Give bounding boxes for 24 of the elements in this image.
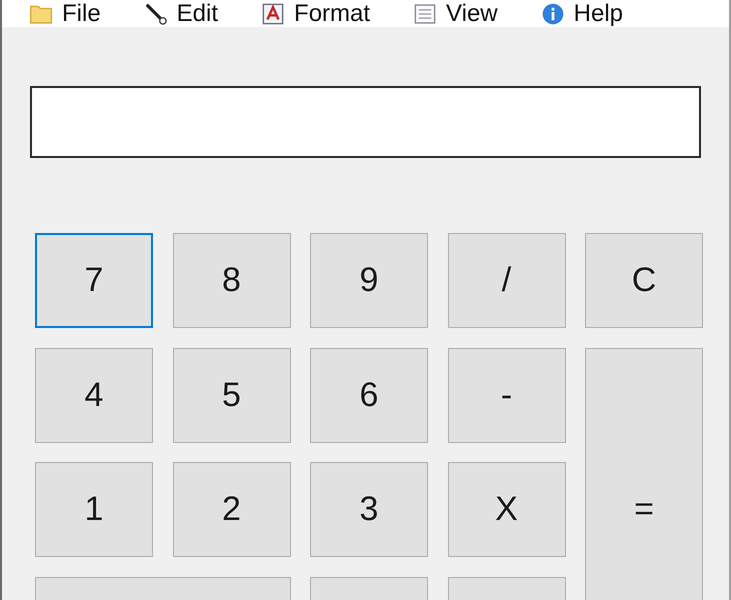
calculator-key[interactable]: 6 (310, 348, 428, 442)
calculator-key[interactable]: 4 (35, 348, 153, 442)
display-field[interactable] (30, 86, 701, 158)
menu-item[interactable]: Edit (144, 0, 218, 27)
calculator-key[interactable]: 9 (310, 233, 428, 328)
menu-item[interactable]: View (414, 0, 498, 27)
menu-item[interactable]: Format (262, 0, 370, 27)
calculator-key[interactable]: - (448, 348, 566, 442)
calculator-key[interactable]: 5 (172, 348, 290, 442)
calculator-key[interactable]: C (585, 233, 703, 328)
calculator-key[interactable]: 7 (35, 233, 153, 328)
calculator-key[interactable]: = (585, 348, 703, 600)
calculator-key[interactable]: 8 (172, 233, 290, 328)
calculator-key[interactable]: / (448, 233, 566, 328)
help-icon (542, 2, 564, 24)
calculator-key[interactable]: 2 (172, 462, 290, 557)
calculator-key[interactable]: 1 (35, 462, 153, 557)
wand-icon (144, 2, 167, 24)
document-icon (262, 2, 284, 24)
calculator-key[interactable]: X (448, 462, 566, 557)
page-icon (414, 2, 436, 24)
menu-item[interactable]: Help (542, 0, 623, 27)
calculator-key[interactable]: 3 (310, 462, 428, 557)
menu-item[interactable]: File (30, 0, 101, 27)
